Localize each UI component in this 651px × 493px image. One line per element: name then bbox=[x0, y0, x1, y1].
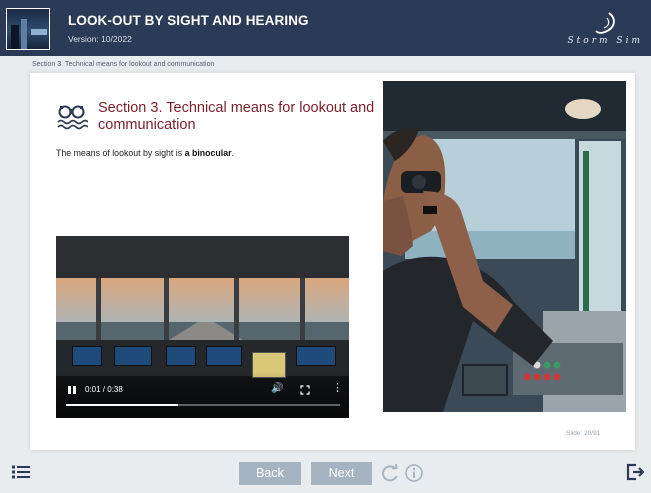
controls-scrim bbox=[56, 372, 349, 418]
pause-button[interactable] bbox=[66, 384, 78, 396]
app-header: LOOK-OUT BY SIGHT AND HEARING Version: 1… bbox=[0, 0, 651, 56]
console-screen bbox=[296, 346, 336, 366]
binoculars-icon bbox=[57, 105, 88, 130]
brand-logo: Storm Sim bbox=[553, 12, 643, 48]
fullscreen-icon[interactable] bbox=[300, 385, 310, 395]
video-frame-ceiling bbox=[56, 236, 349, 278]
console-screen bbox=[206, 346, 242, 366]
console-screen bbox=[166, 346, 196, 366]
window-frame bbox=[164, 278, 169, 340]
video-progress-bar[interactable] bbox=[66, 404, 340, 406]
window-frame bbox=[234, 278, 239, 340]
section-heading: Section 3. Technical means for lookout a… bbox=[98, 100, 375, 133]
course-version: Version: 10/2022 bbox=[68, 34, 132, 44]
console-screen bbox=[114, 346, 152, 366]
video-player[interactable]: 0:01 / 0:38 🔊 ⋮ bbox=[56, 236, 349, 418]
body-text-start: The means of lookout by sight is bbox=[56, 148, 185, 158]
photo-illustration bbox=[383, 81, 626, 412]
more-options-icon[interactable]: ⋮ bbox=[332, 382, 343, 394]
exit-icon[interactable] bbox=[626, 463, 644, 481]
video-time: 0:01 / 0:38 bbox=[85, 385, 123, 394]
window-frame bbox=[300, 278, 305, 340]
body-text-bold: a binocular bbox=[184, 148, 232, 158]
volume-icon[interactable]: 🔊 bbox=[271, 383, 283, 394]
next-button[interactable]: Next bbox=[311, 462, 372, 485]
body-text-end: . bbox=[231, 148, 234, 158]
reload-icon[interactable] bbox=[380, 463, 400, 483]
slide-body-text: The means of lookout by sight is a binoc… bbox=[56, 148, 234, 158]
course-logo-image bbox=[6, 8, 50, 50]
window-frame bbox=[96, 278, 101, 340]
video-progress-fill bbox=[66, 404, 179, 406]
info-icon[interactable] bbox=[404, 463, 424, 483]
course-title: LOOK-OUT BY SIGHT AND HEARING bbox=[68, 13, 309, 28]
brand-swoosh-icon bbox=[595, 12, 615, 34]
sailor-with-binoculars-image bbox=[383, 81, 626, 412]
back-button[interactable]: Back bbox=[239, 462, 301, 485]
list-menu-icon[interactable] bbox=[12, 465, 30, 479]
slide-counter: Slide: 20/91 bbox=[566, 430, 601, 437]
console-screen bbox=[72, 346, 102, 366]
breadcrumb: Section 3. Technical means for lookout a… bbox=[32, 61, 215, 68]
brand-name: Storm Sim bbox=[567, 36, 643, 46]
